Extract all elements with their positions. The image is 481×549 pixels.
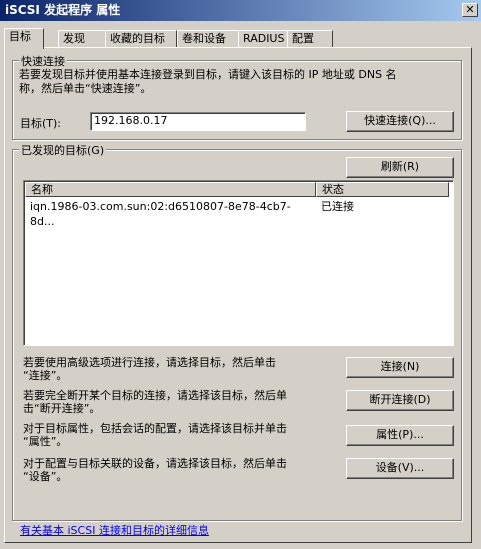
disconnect-description-line1: 若要完全断开某个目标的连接，请选择该目标，然后单 xyxy=(23,389,287,402)
column-header-name[interactable]: 名称 xyxy=(25,182,316,197)
target-row-name[interactable]: iqn.1986-03.com.sun:02:d6510807-8e78-4cb… xyxy=(30,199,315,228)
connect-button[interactable]: 连接(N) xyxy=(346,357,454,378)
targets-list[interactable]: 名称 状态 iqn.1986-03.com.sun:02:d6510807-8e… xyxy=(23,180,454,346)
refresh-button[interactable]: 刷新(R) xyxy=(346,157,454,178)
quick-connect-group-label: 快速连接 xyxy=(19,53,67,69)
tab-configuration[interactable]: 配置 xyxy=(287,30,333,48)
disconnect-button[interactable]: 断开连接(D) xyxy=(346,390,454,411)
tab-radius[interactable]: RADIUS xyxy=(238,30,288,48)
target-input[interactable]: 192.168.0.17 xyxy=(90,112,306,131)
discovered-targets-group-label: 已发现的目标(G) xyxy=(19,142,107,158)
target-label: 目标(T): xyxy=(20,117,62,130)
quick-connect-description-line2: 称，然后单击“快速连接”。 xyxy=(19,82,152,95)
tab-discovery[interactable]: 发现 xyxy=(58,30,106,48)
tab-volumes-devices[interactable]: 卷和设备 xyxy=(177,30,239,48)
connect-description-line1: 若要使用高级选项进行连接，请选择目标，然后单击 xyxy=(23,356,276,369)
disconnect-description-line2: 击“断开连接”。 xyxy=(23,402,101,415)
tab-favorite-targets[interactable]: 收藏的目标 xyxy=(105,30,177,48)
close-icon[interactable]: ✕ xyxy=(462,3,478,17)
devices-description-line1: 对于配置与目标关联的设备，请选择该目标，然后单击 xyxy=(23,457,287,470)
quick-connect-group: 快速连接 若要发现目标并使用基本连接登录到目标，请键入该目标的 IP 地址或 D… xyxy=(12,53,462,140)
window-title: iSCSI 发起程序 属性 xyxy=(5,3,121,17)
title-bar: iSCSI 发起程序 属性 ✕ xyxy=(0,0,481,21)
quick-connect-button[interactable]: 快速连接(Q)... xyxy=(346,111,454,132)
column-header-status[interactable]: 状态 xyxy=(316,182,449,197)
help-link[interactable]: 有关基本 iSCSI 连接和目标的详细信息 xyxy=(20,522,209,538)
devices-description-line2: “设备”。 xyxy=(23,470,68,483)
properties-description-line2: “属性”。 xyxy=(23,435,68,448)
connect-description-line2: “连接”。 xyxy=(23,369,68,382)
devices-button[interactable]: 设备(V)... xyxy=(346,458,454,479)
discovered-targets-group: 已发现的目标(G) 刷新(R) 名称 状态 iqn.1986-03.com.su… xyxy=(12,142,462,521)
target-row-status[interactable]: 已连接 xyxy=(321,199,441,214)
tab-targets[interactable]: 目标 xyxy=(4,28,44,49)
properties-button[interactable]: 属性(P)... xyxy=(346,425,454,446)
properties-description-line1: 对于目标属性，包括会话的配置，请选择该目标并单击 xyxy=(23,422,287,435)
tab-panel: 快速连接 若要发现目标并使用基本连接登录到目标，请键入该目标的 IP 地址或 D… xyxy=(4,47,472,543)
quick-connect-description-line1: 若要发现目标并使用基本连接登录到目标，请键入该目标的 IP 地址或 DNS 名 xyxy=(19,68,397,81)
